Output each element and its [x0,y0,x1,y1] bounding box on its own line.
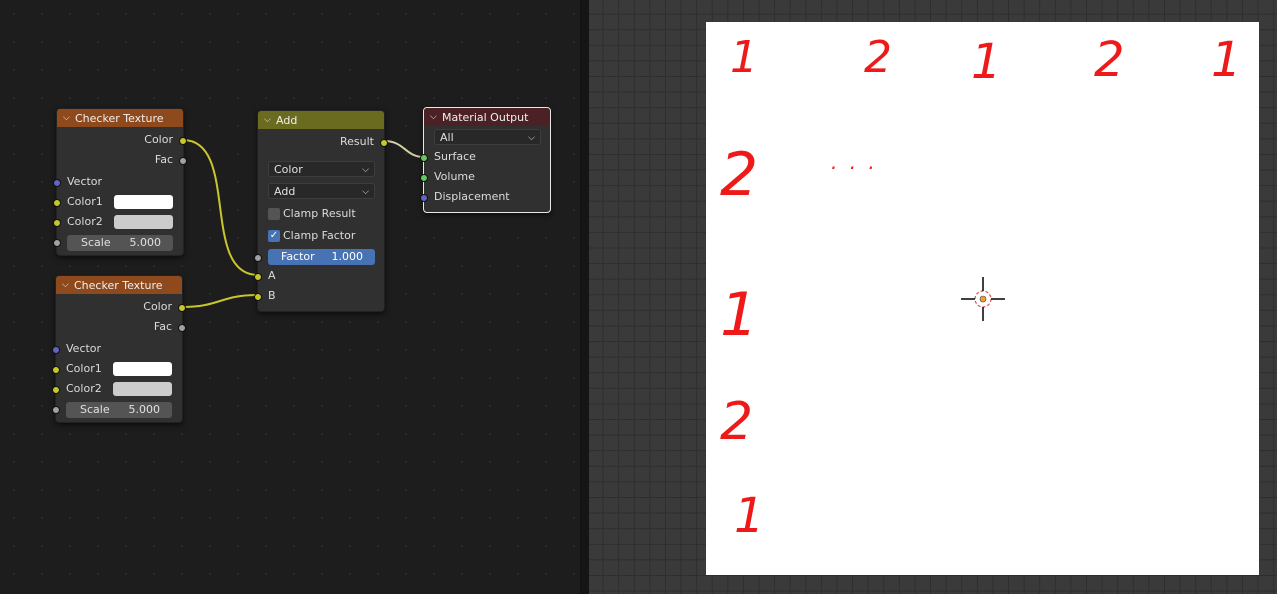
annotation-left-2: 2 [720,140,759,210]
input-surface-label: Surface [434,150,476,163]
output-color-label: Color [144,133,173,146]
chevron-down-icon[interactable]: ⌵ [264,115,276,125]
input-displacement-label: Displacement [434,190,510,203]
output-fac-socket[interactable] [178,324,186,332]
color2-swatch[interactable] [114,215,173,229]
output-fac-label: Fac [153,320,172,333]
target-dropdown[interactable]: All ⌵ [434,129,541,145]
node-title: Checker Texture [75,111,164,125]
chevron-down-icon[interactable]: ⌵ [430,112,442,122]
input-vector-label: Vector [67,175,103,188]
factor-slider[interactable]: Factor 1.000 [268,249,375,265]
node-header[interactable]: ⌵ Checker Texture [57,109,183,127]
scale-field[interactable]: Scale 5.000 [66,402,172,418]
scale-field[interactable]: Scale 5.000 [67,235,173,251]
input-displacement-socket[interactable] [420,194,428,202]
data-type-value: Color [274,163,303,176]
output-fac-label: Fac [154,153,173,166]
checkmark-icon: ✓ [269,230,279,241]
annotation-dots: . . . [831,150,878,174]
chevron-down-icon[interactable]: ⌵ [62,280,74,290]
clamp-result-checkbox[interactable] [268,208,280,220]
input-vector-label: Vector [66,342,102,355]
annotation-top-3: 1 [971,34,1002,90]
blend-mode-dropdown[interactable]: Add ⌵ [268,183,375,199]
factor-label: Factor [281,250,315,263]
node-header[interactable]: ⌵ Add [258,111,384,129]
input-color2-label: Color2 [66,382,102,395]
chevron-down-icon[interactable]: ⌵ [63,113,75,123]
clamp-result-label: Clamp Result [283,207,356,220]
input-b-label: B [268,289,276,302]
node-header[interactable]: ⌵ Material Output [424,108,550,126]
input-color1-label: Color1 [67,195,103,208]
input-vector-socket[interactable] [52,346,60,354]
input-color2-socket[interactable] [52,386,60,394]
annotation-left-1: 1 [720,280,759,350]
annotation-left-1b: 1 [734,488,765,544]
input-vector-socket[interactable] [53,179,61,187]
factor-value: 1.000 [331,250,364,263]
input-b-socket[interactable] [254,293,262,301]
checker-texture-node-2[interactable]: ⌵ Checker Texture Color Fac Vector Color… [52,275,186,423]
annotation-top-2: 2 [864,32,892,83]
link-checker1-to-a [182,139,259,276]
annotation-top-1: 1 [730,32,758,83]
input-color1-socket[interactable] [52,366,60,374]
input-factor-socket[interactable] [254,254,262,262]
scale-value: 5.000 [129,236,162,249]
input-color2-label: Color2 [67,215,103,228]
data-type-dropdown[interactable]: Color ⌵ [268,161,375,177]
input-a-label: A [268,269,276,282]
input-color2-socket[interactable] [53,219,61,227]
color1-swatch[interactable] [114,195,173,209]
input-a-socket[interactable] [254,273,262,281]
input-color1-socket[interactable] [53,199,61,207]
output-result-socket[interactable] [380,139,388,147]
input-volume-label: Volume [434,170,475,183]
color2-swatch[interactable] [113,382,172,396]
link-checker2-to-b [181,294,259,308]
input-surface-socket[interactable] [420,154,428,162]
scale-label: Scale [81,236,111,249]
render-canvas[interactable]: 1 2 1 2 1 2 1 2 1 . . . [706,22,1259,575]
input-scale-socket[interactable] [52,406,60,414]
chevron-down-icon: ⌵ [362,187,369,197]
output-color-socket[interactable] [179,137,187,145]
chevron-down-icon: ⌵ [528,133,535,143]
output-fac-socket[interactable] [179,157,187,165]
checker-texture-node-1[interactable]: ⌵ Checker Texture Color Fac Vector Color… [53,108,187,256]
annotation-left-2b: 2 [720,392,754,452]
node-title: Checker Texture [74,278,163,292]
3d-cursor-icon[interactable] [960,276,1006,322]
scale-label: Scale [80,403,110,416]
node-header[interactable]: ⌵ Checker Texture [56,276,182,294]
input-scale-socket[interactable] [53,239,61,247]
blend-mode-value: Add [274,185,296,198]
output-result-label: Result [340,135,374,148]
clamp-factor-label: Clamp Factor [283,229,356,242]
material-output-node[interactable]: ⌵ Material Output All ⌵ Surface Volume D… [420,107,551,213]
annotation-top-4: 2 [1094,32,1125,88]
input-color1-label: Color1 [66,362,102,375]
node-title: Add [276,113,298,127]
scale-value: 5.000 [128,403,161,416]
clamp-factor-checkbox[interactable]: ✓ [268,230,280,242]
input-volume-socket[interactable] [420,174,428,182]
output-color-label: Color [143,300,172,313]
node-editor[interactable]: ⌵ Checker Texture Color Fac Vector Color… [0,0,580,594]
target-value: All [440,131,454,144]
chevron-down-icon: ⌵ [362,165,369,175]
add-mix-node[interactable]: ⌵ Add Result Color ⌵ Add ⌵ Clamp Result … [254,110,388,312]
annotation-top-5: 1 [1211,32,1242,88]
color1-swatch[interactable] [113,362,172,376]
link-add-to-surface [383,140,425,158]
node-title: Material Output [442,110,529,124]
output-color-socket[interactable] [178,304,186,312]
